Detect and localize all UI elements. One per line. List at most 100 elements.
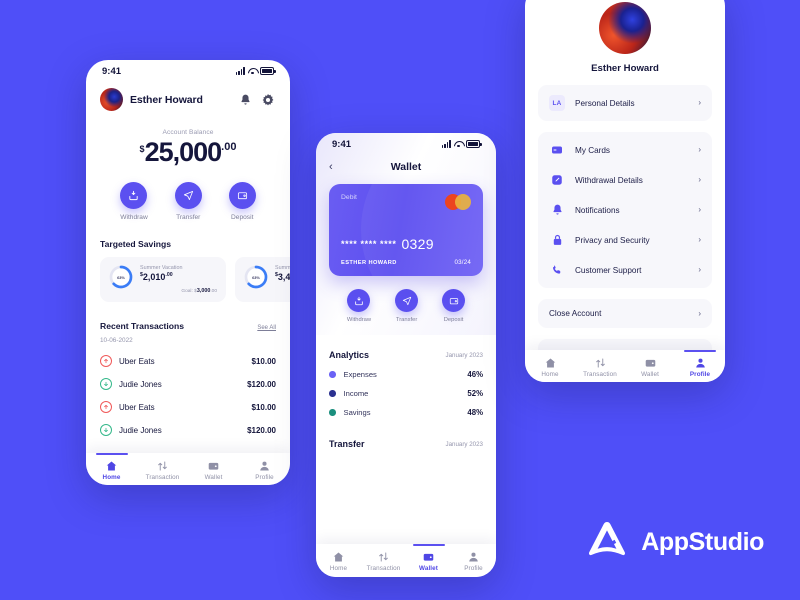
transfer-action[interactable]: Transfer <box>395 289 419 323</box>
withdraw-button[interactable] <box>347 289 371 312</box>
list-item-customer-support[interactable]: Customer Support › <box>538 255 712 285</box>
status-bar: 9:41 <box>316 133 496 155</box>
debit-card[interactable]: Debit **** **** **** 0329 ESTHER HOWARD … <box>329 184 483 276</box>
phone-icon <box>549 262 565 278</box>
savings-percent: 63% <box>252 274 260 280</box>
mastercard-icon <box>445 194 471 210</box>
savings-name: Summer Vacation <box>275 265 290 271</box>
phone-wallet-screen: 9:41 ‹ Wallet Debit **** **** **** 0329 … <box>316 133 496 577</box>
deposit-button[interactable] <box>442 289 466 312</box>
back-button[interactable]: ‹ <box>329 161 341 173</box>
deposit-action[interactable]: Deposit <box>228 182 256 221</box>
item-label: Personal Details <box>575 98 635 108</box>
list-item-close-account[interactable]: Close Account › <box>538 302 712 325</box>
phone-profile-screen: Esther Howard LA Personal Details › My C… <box>525 0 725 382</box>
analytics-header: Analytics January 2023 <box>329 350 483 360</box>
transfer-button[interactable] <box>174 182 202 209</box>
send-icon <box>183 190 193 201</box>
arrow-up-icon <box>100 355 112 367</box>
transaction-icon <box>378 551 390 562</box>
savings-amount: 2,010 <box>142 272 166 282</box>
withdraw-action[interactable]: Withdraw <box>347 289 371 323</box>
signal-icon <box>235 67 245 75</box>
initials-badge: LA <box>549 95 565 111</box>
transfer-button[interactable] <box>395 289 419 312</box>
avatar[interactable] <box>599 2 651 54</box>
deposit-button[interactable] <box>228 182 256 209</box>
user-name: Esther Howard <box>591 63 659 74</box>
table-row[interactable]: Judie Jones $120.00 <box>100 424 276 436</box>
table-row[interactable]: Uber Eats $10.00 <box>100 355 276 367</box>
chevron-right-icon: › <box>698 175 701 184</box>
analytics-row-income: Income 52% <box>329 389 483 398</box>
status-bar: 9:41 <box>86 60 290 82</box>
savings-goal-cents: .00 <box>210 289 217 294</box>
quick-actions: Withdraw Transfer Deposit <box>86 182 290 221</box>
chevron-right-icon: › <box>698 235 701 244</box>
nav-item-wallet[interactable]: Wallet <box>406 551 451 572</box>
notifications-button[interactable] <box>237 92 253 108</box>
deposit-action[interactable]: Deposit <box>442 289 466 323</box>
transfer-action[interactable]: Transfer <box>174 182 202 221</box>
nav-item-profile[interactable]: Profile <box>239 460 290 481</box>
savings-card[interactable]: 63% Summer Vacation $3,410.00 Goal: $5,0… <box>235 257 290 302</box>
transaction-name: Judie Jones <box>119 379 162 389</box>
list-item-withdrawal-details[interactable]: Withdrawal Details › <box>538 165 712 195</box>
nav-item-transaction[interactable]: Transaction <box>137 460 188 481</box>
see-all-link[interactable]: See All <box>257 325 276 331</box>
analytics-label: Expenses <box>343 370 377 379</box>
item-label: Customer Support <box>575 265 642 275</box>
savings-goal-label: Goal: <box>181 289 193 294</box>
status-icons <box>235 67 276 75</box>
item-label: Notifications <box>575 205 620 215</box>
bottom-navigation: Home Transaction Wallet Profile <box>525 350 725 382</box>
nav-item-transaction[interactable]: Transaction <box>361 551 406 572</box>
bell-icon <box>549 202 565 218</box>
nav-item-transaction[interactable]: Transaction <box>575 357 625 378</box>
recent-transactions-header: Recent Transactions See All <box>100 321 276 331</box>
card-icon <box>549 142 565 158</box>
nav-item-home[interactable]: Home <box>86 460 137 481</box>
home-icon <box>544 357 556 368</box>
nav-item-profile[interactable]: Profile <box>675 357 725 378</box>
table-row[interactable]: Judie Jones $120.00 <box>100 378 276 390</box>
list-item-notifications[interactable]: Notifications › <box>538 195 712 225</box>
settings-button[interactable] <box>260 92 276 108</box>
chevron-right-icon: › <box>698 265 701 274</box>
table-row[interactable]: Uber Eats $10.00 <box>100 401 276 413</box>
nav-item-wallet[interactable]: Wallet <box>188 460 239 481</box>
progress-ring: 63% <box>109 265 133 289</box>
savings-percent: 63% <box>117 274 125 280</box>
bottom-navigation: Home Transaction Wallet Profile <box>86 453 290 485</box>
withdraw-action[interactable]: Withdraw <box>120 182 148 221</box>
nav-label: Wallet <box>204 474 223 481</box>
savings-card[interactable]: 63% Summer Vacation $2,010.00 Goal: $3,0… <box>100 257 226 302</box>
chevron-right-icon: › <box>698 145 701 154</box>
nav-label: Transaction <box>366 565 401 572</box>
avatar[interactable] <box>100 88 123 111</box>
transaction-icon <box>157 460 169 471</box>
list-item-privacy-and-security[interactable]: Privacy and Security › <box>538 225 712 255</box>
appstudio-logo-icon <box>584 520 630 564</box>
nav-item-profile[interactable]: Profile <box>451 551 496 572</box>
withdraw-label: Withdraw <box>346 317 372 323</box>
legend-dot <box>329 390 336 397</box>
wifi-icon <box>248 67 257 75</box>
list-item-my-cards[interactable]: My Cards › <box>538 135 712 165</box>
analytics-row-savings: Savings 48% <box>329 408 483 417</box>
transaction-date: 10-06-2022 <box>100 337 133 344</box>
battery-icon <box>260 67 276 75</box>
nav-label: Profile <box>255 474 274 481</box>
withdraw-button[interactable] <box>120 182 148 209</box>
wallet-icon <box>423 551 435 562</box>
analytics-value: 52% <box>467 389 483 398</box>
savings-goal-amount: 3,000 <box>196 288 211 294</box>
nav-item-home[interactable]: Home <box>316 551 361 572</box>
analytics-period: January 2023 <box>445 351 484 359</box>
nav-item-home[interactable]: Home <box>525 357 575 378</box>
nav-item-wallet[interactable]: Wallet <box>625 357 675 378</box>
card-expiry: 03/24 <box>454 259 471 266</box>
phone-home-screen: 9:41 Esther Howard Account Balance $ 25,… <box>86 60 290 485</box>
transaction-icon <box>594 357 606 368</box>
list-item-personal-details[interactable]: LA Personal Details › <box>538 88 712 118</box>
